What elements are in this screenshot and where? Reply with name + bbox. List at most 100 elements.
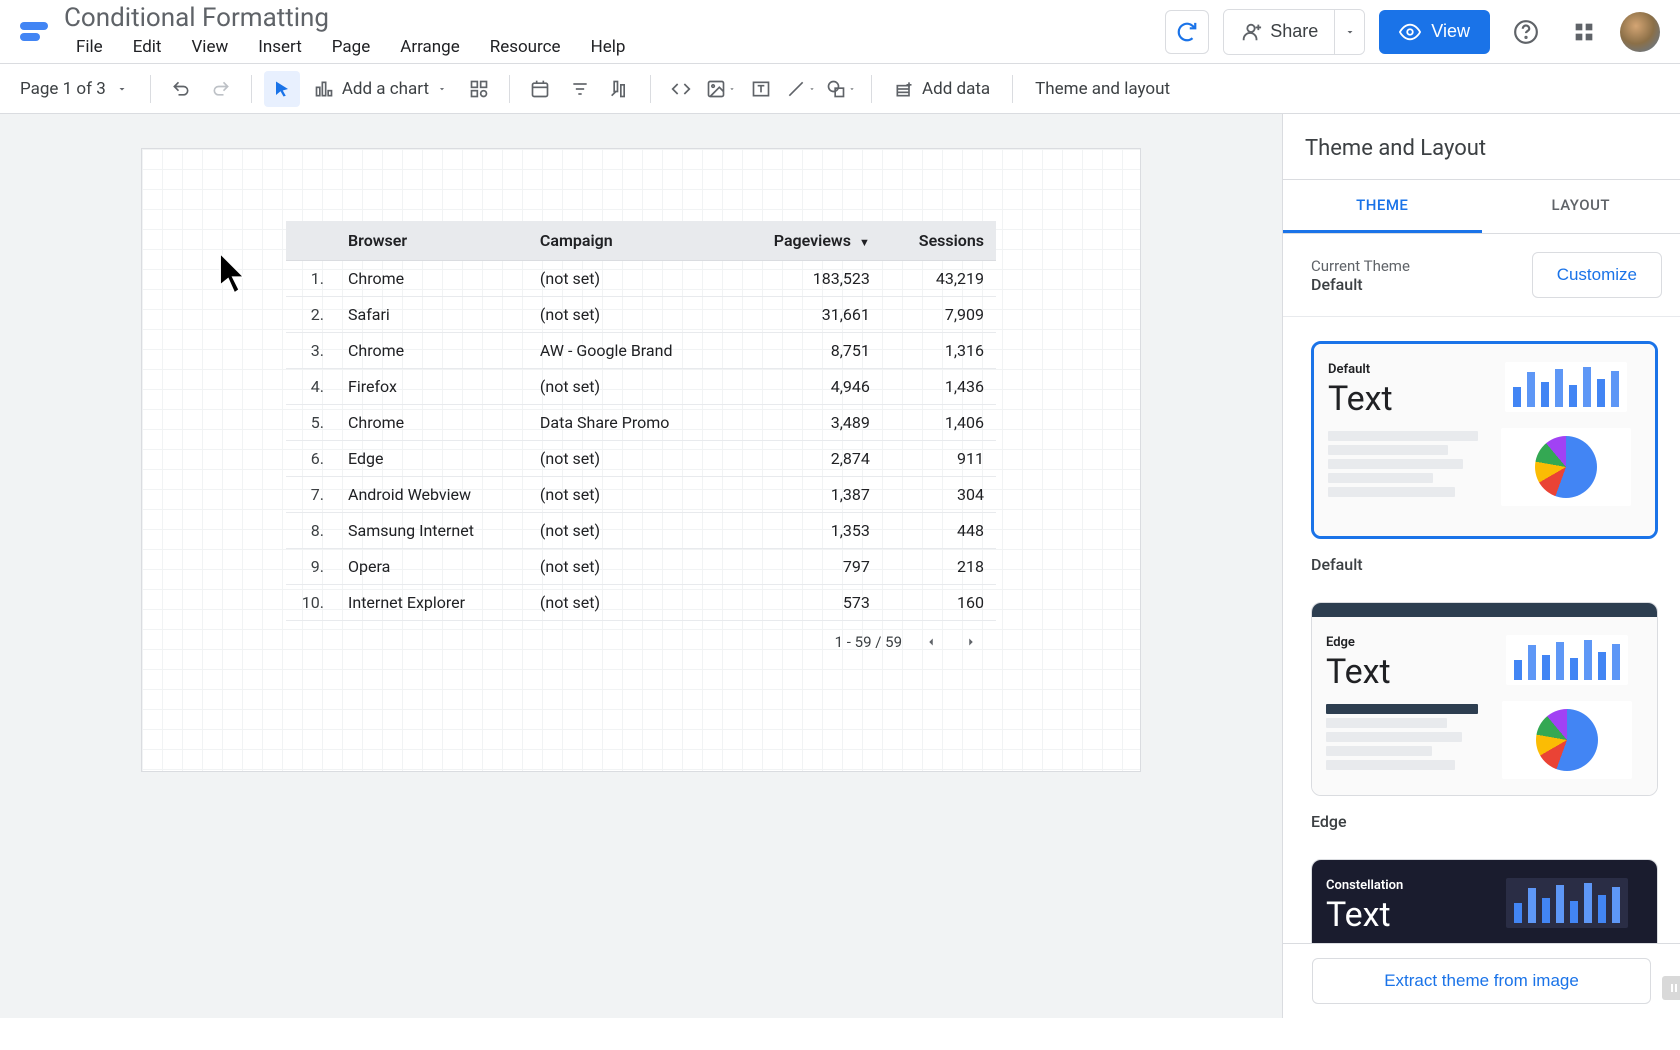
report-canvas[interactable]: Browser Campaign Pageviews ▼ Sessions 1.…	[141, 148, 1141, 772]
document-title[interactable]: Conditional Formatting	[64, 3, 637, 33]
cell-pageviews: 31,661	[728, 297, 882, 333]
user-avatar[interactable]	[1620, 12, 1660, 52]
filter-icon	[570, 79, 590, 99]
shape-button[interactable]	[823, 71, 859, 107]
table-row[interactable]: 2. Safari (not set) 31,661 7,909	[286, 297, 996, 333]
col-sessions[interactable]: Sessions	[882, 221, 996, 261]
cell-idx: 7.	[286, 477, 336, 513]
table-row[interactable]: 4. Firefox (not set) 4,946 1,436	[286, 369, 996, 405]
code-icon	[671, 79, 691, 99]
table-row[interactable]: 3. Chrome AW - Google Brand 8,751 1,316	[286, 333, 996, 369]
select-tool[interactable]	[264, 71, 300, 107]
menu-edit[interactable]: Edit	[121, 33, 174, 61]
apps-button[interactable]	[1562, 10, 1606, 54]
customize-button[interactable]: Customize	[1532, 252, 1662, 298]
cell-browser: Android Webview	[336, 477, 528, 513]
theme-preview-name: Default	[1328, 362, 1478, 377]
table-row[interactable]: 7. Android Webview (not set) 1,387 304	[286, 477, 996, 513]
menu-arrange[interactable]: Arrange	[388, 33, 471, 61]
cell-pageviews: 4,946	[728, 369, 882, 405]
cell-sessions: 160	[882, 585, 996, 621]
tab-layout[interactable]: LAYOUT	[1482, 180, 1680, 233]
cell-campaign: (not set)	[528, 477, 728, 513]
refresh-button[interactable]	[1165, 10, 1209, 54]
theme-layout-button[interactable]: Theme and layout	[1025, 79, 1180, 99]
menu-resource[interactable]: Resource	[478, 33, 573, 61]
current-theme-label: Current Theme	[1311, 257, 1410, 275]
app-logo[interactable]	[20, 16, 52, 48]
next-page-button[interactable]	[960, 631, 982, 653]
menu-view[interactable]: View	[179, 33, 240, 61]
separator	[650, 75, 651, 103]
tab-theme[interactable]: THEME	[1283, 180, 1482, 233]
pause-button[interactable]	[1662, 976, 1680, 1000]
table-row[interactable]: 1. Chrome (not set) 183,523 43,219	[286, 261, 996, 297]
theme-preview-text: Text	[1326, 895, 1478, 935]
community-visualizations-button[interactable]	[461, 71, 497, 107]
cell-campaign: (not set)	[528, 261, 728, 297]
col-index[interactable]	[286, 221, 336, 261]
cell-pageviews: 183,523	[728, 261, 882, 297]
image-button[interactable]	[703, 71, 739, 107]
table-row[interactable]: 8. Samsung Internet (not set) 1,353 448	[286, 513, 996, 549]
table-row[interactable]: 9. Opera (not set) 797 218	[286, 549, 996, 585]
separator	[251, 75, 252, 103]
canvas-area[interactable]: Browser Campaign Pageviews ▼ Sessions 1.…	[0, 114, 1282, 1018]
table-row[interactable]: 5. Chrome Data Share Promo 3,489 1,406	[286, 405, 996, 441]
cell-pageviews: 1,387	[728, 477, 882, 513]
cell-idx: 2.	[286, 297, 336, 333]
data-icon	[610, 79, 630, 99]
shape-icon	[826, 79, 846, 99]
redo-button[interactable]	[203, 71, 239, 107]
cell-pageviews: 8,751	[728, 333, 882, 369]
url-embed-button[interactable]	[663, 71, 699, 107]
refresh-icon	[1176, 21, 1198, 43]
cell-campaign: (not set)	[528, 441, 728, 477]
cell-browser: Chrome	[336, 405, 528, 441]
menu-help[interactable]: Help	[579, 33, 638, 61]
menu-page[interactable]: Page	[320, 33, 382, 61]
menu-insert[interactable]: Insert	[246, 33, 314, 61]
date-range-button[interactable]	[522, 71, 558, 107]
cell-idx: 10.	[286, 585, 336, 621]
theme-label-default: Default	[1283, 547, 1680, 578]
share-dropdown[interactable]	[1334, 10, 1364, 54]
cell-sessions: 304	[882, 477, 996, 513]
table-row[interactable]: 10. Internet Explorer (not set) 573 160	[286, 585, 996, 621]
theme-card-default[interactable]: Default Text	[1311, 341, 1658, 539]
col-browser[interactable]: Browser	[336, 221, 528, 261]
theme-card-edge[interactable]: Edge Text	[1311, 602, 1658, 796]
line-button[interactable]	[783, 71, 819, 107]
theme-card-constellation[interactable]: Constellation Text	[1311, 859, 1658, 943]
cell-browser: Edge	[336, 441, 528, 477]
page-indicator-text: Page 1 of 3	[20, 79, 106, 99]
add-data-button[interactable]: Add data	[884, 79, 1000, 99]
view-button[interactable]: View	[1379, 10, 1490, 54]
col-campaign[interactable]: Campaign	[528, 221, 728, 261]
extract-theme-button[interactable]: Extract theme from image	[1312, 958, 1651, 1004]
table-chart[interactable]: Browser Campaign Pageviews ▼ Sessions 1.…	[286, 221, 996, 663]
help-button[interactable]	[1504, 10, 1548, 54]
menu-file[interactable]: File	[64, 33, 115, 61]
col-pageviews[interactable]: Pageviews ▼	[728, 221, 882, 261]
filter-control-button[interactable]	[562, 71, 598, 107]
cell-pageviews: 797	[728, 549, 882, 585]
share-button[interactable]: Share	[1224, 10, 1334, 54]
page-indicator[interactable]: Page 1 of 3	[18, 79, 138, 99]
add-chart-button[interactable]: Add a chart	[304, 79, 457, 99]
data-control-button[interactable]	[602, 71, 638, 107]
text-button[interactable]	[743, 71, 779, 107]
calendar-icon	[530, 79, 550, 99]
person-add-icon	[1240, 21, 1262, 43]
undo-button[interactable]	[163, 71, 199, 107]
image-icon	[706, 79, 726, 99]
table-row[interactable]: 6. Edge (not set) 2,874 911	[286, 441, 996, 477]
cell-campaign: (not set)	[528, 297, 728, 333]
cell-campaign: (not set)	[528, 513, 728, 549]
separator	[1012, 75, 1013, 103]
prev-page-button[interactable]	[920, 631, 942, 653]
cell-browser: Chrome	[336, 333, 528, 369]
cell-idx: 9.	[286, 549, 336, 585]
theme-label-edge: Edge	[1283, 804, 1680, 835]
chart-icon	[314, 79, 334, 99]
